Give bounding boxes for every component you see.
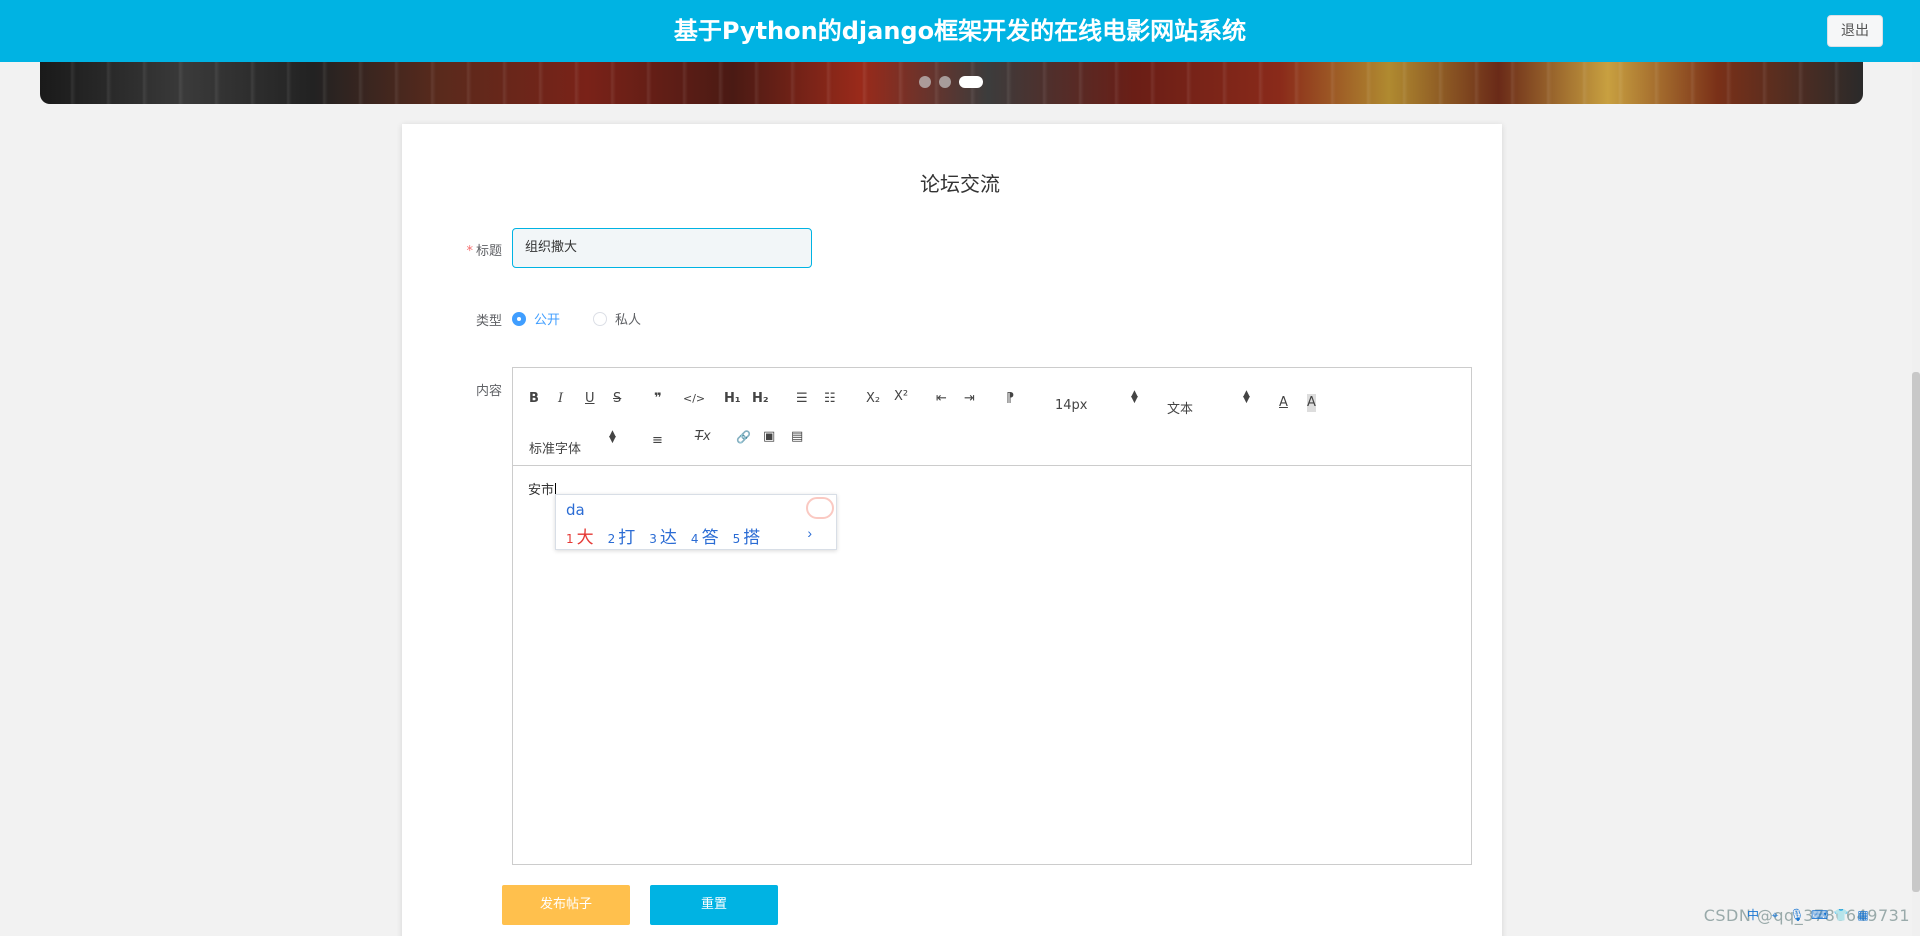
- ime-candidates: 1大 2打 3达 4答 5搭: [566, 523, 760, 548]
- header-select-picker[interactable]: 文本 ▲ ▼: [1167, 390, 1257, 418]
- carousel-dot-3-active[interactable]: [959, 76, 983, 88]
- ime-candidate-window: da 1大 2打 3达 4答 5搭 ›: [555, 494, 837, 550]
- ime-next-page-icon[interactable]: ›: [807, 525, 812, 541]
- picker-arrows-icon: ▲ ▼: [1131, 389, 1138, 405]
- scrollbar-thumb[interactable]: [1912, 372, 1920, 892]
- radio-public-label: 公开: [534, 313, 561, 328]
- carousel-dot-1[interactable]: [919, 76, 931, 88]
- content-label: 内容: [475, 384, 502, 399]
- ime-candidate[interactable]: 4答: [691, 523, 719, 548]
- radio-private[interactable]: 私人: [593, 309, 641, 328]
- ime-punctuation-icon[interactable]: ⌖: [1767, 907, 1783, 923]
- outdent-button[interactable]: ⇤: [936, 390, 947, 408]
- text-direction-button[interactable]: ⁋: [1006, 390, 1014, 408]
- ime-toolbox-icon[interactable]: ▦: [1855, 907, 1871, 923]
- image-button[interactable]: ▣: [763, 428, 775, 446]
- editor-text: 安市: [528, 483, 557, 498]
- picker-arrows-icon: ▲ ▼: [1243, 389, 1250, 405]
- blockquote-button[interactable]: ❞: [654, 390, 662, 408]
- header-1-button[interactable]: H₁: [724, 390, 741, 408]
- subscript-button[interactable]: X₂: [866, 390, 880, 408]
- bold-button[interactable]: B: [529, 390, 539, 408]
- indent-button[interactable]: ⇥: [964, 390, 975, 408]
- header-2-button[interactable]: H₂: [752, 390, 769, 408]
- align-button[interactable]: ≡: [652, 432, 663, 450]
- strike-button[interactable]: S: [613, 390, 621, 408]
- type-label: 类型: [475, 314, 502, 329]
- reset-button[interactable]: 重置: [650, 885, 778, 925]
- video-button[interactable]: ▤: [791, 428, 803, 446]
- radio-public[interactable]: 公开: [512, 309, 560, 328]
- ime-candidate[interactable]: 3达: [649, 523, 677, 548]
- carousel-indicators: [919, 76, 983, 88]
- code-block-button[interactable]: </>: [683, 390, 705, 408]
- site-title: 基于Python的django框架开发的在线电影网站系统: [673, 17, 1247, 45]
- editor-toolbar: B I U S ❞ </> H₁ H₂ ☰ ☷ X₂ X² ⇤ ⇥ ⁋ 14px…: [513, 368, 1471, 466]
- font-family-value: 标准字体: [529, 442, 582, 457]
- clean-format-button[interactable]: T̶x: [695, 428, 711, 446]
- page-scrollbar[interactable]: [1912, 62, 1920, 936]
- ime-composition: da: [566, 501, 585, 519]
- underline-button[interactable]: U: [585, 390, 595, 408]
- ime-keyboard-icon[interactable]: ⌨: [1811, 907, 1828, 923]
- ordered-list-button[interactable]: ☰: [796, 390, 808, 408]
- carousel-dot-2[interactable]: [939, 76, 951, 88]
- ime-chinese-mode-icon[interactable]: 中: [1745, 907, 1761, 923]
- bullet-list-button[interactable]: ☷: [824, 390, 836, 408]
- ime-candidate[interactable]: 2打: [608, 523, 636, 548]
- required-mark: *: [466, 244, 473, 259]
- font-color-button[interactable]: A: [1279, 394, 1288, 412]
- radio-circle[interactable]: [512, 311, 526, 326]
- link-button[interactable]: 🔗: [736, 428, 751, 446]
- italic-button[interactable]: I: [558, 390, 563, 408]
- font-family-picker[interactable]: 标准字体 ▲ ▼: [529, 430, 619, 458]
- logout-button[interactable]: 退出: [1827, 15, 1883, 47]
- background-color-button[interactable]: A: [1307, 394, 1316, 412]
- publish-post-button[interactable]: 发布帖子: [502, 885, 630, 925]
- ime-candidate[interactable]: 5搭: [733, 523, 761, 548]
- rich-text-editor: B I U S ❞ </> H₁ H₂ ☰ ☷ X₂ X² ⇤ ⇥ ⁋ 14px…: [512, 367, 1472, 865]
- ime-skin-icon[interactable]: 👕: [1833, 907, 1849, 923]
- page-title: 论坛交流: [920, 172, 1000, 196]
- header-select-value: 文本: [1167, 402, 1194, 417]
- ime-logo-icon: [806, 497, 834, 519]
- picker-arrows-icon: ▲ ▼: [609, 429, 616, 445]
- ime-toolbar: 中 ⌖ 🎙 ⌨ 👕 ▦: [1745, 907, 1871, 923]
- font-size-value: 14px: [1055, 398, 1088, 413]
- title-label: * 标题: [466, 244, 502, 259]
- ime-microphone-icon[interactable]: 🎙: [1789, 907, 1805, 923]
- radio-private-label: 私人: [615, 313, 642, 328]
- ime-candidate[interactable]: 1大: [566, 523, 594, 548]
- superscript-button[interactable]: X²: [894, 388, 908, 406]
- title-input[interactable]: 组织撒大: [512, 228, 812, 268]
- radio-circle[interactable]: [593, 311, 607, 326]
- font-size-picker[interactable]: 14px ▲ ▼: [1055, 390, 1145, 414]
- top-header: 基于Python的django框架开发的在线电影网站系统 退出: [0, 0, 1920, 62]
